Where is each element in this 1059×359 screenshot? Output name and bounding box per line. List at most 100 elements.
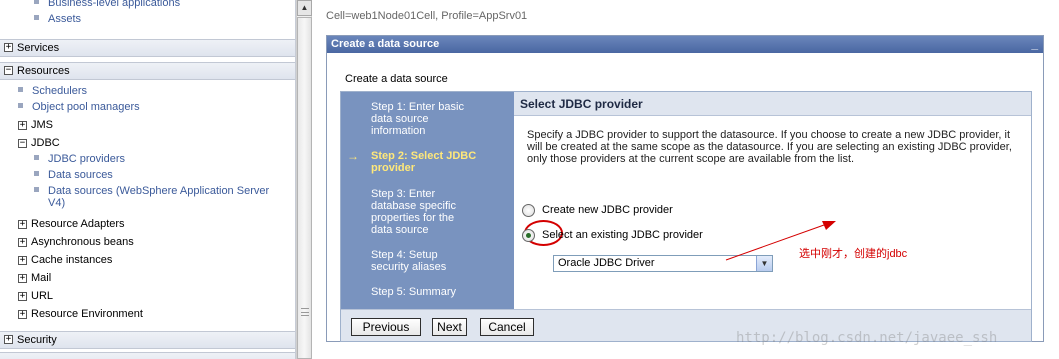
nav-link-business-level-applications[interactable]: Business-level applications — [34, 0, 180, 9]
step-line: Step 1: Enter basic — [371, 101, 464, 113]
nav-group-label: Security — [17, 334, 57, 346]
nav-link-label: Business-level applications — [48, 0, 181, 9]
panel-title: Create a data source — [331, 38, 440, 50]
tree-item-label: Mail — [31, 272, 52, 284]
grip-icon — [301, 308, 309, 316]
section-title: Create a data source — [345, 73, 448, 85]
step-line: Step 3: Enter — [371, 188, 436, 200]
tree-item-asynchronous-beans[interactable]: + Asynchronous beans — [18, 236, 134, 248]
expand-icon[interactable]: + — [4, 43, 13, 52]
tree-item-url[interactable]: + URL — [18, 290, 53, 302]
navigation-tree: Business-level applications Assets + Ser… — [0, 0, 296, 359]
step-line: data source — [371, 113, 429, 125]
step-line: database specific — [371, 200, 456, 212]
right-arrow-icon: → — [347, 149, 359, 163]
tree-item-jdbc[interactable]: − JDBC — [18, 137, 60, 149]
nav-group-resources[interactable]: − Resources — [0, 62, 295, 80]
tree-item-label: Resource Adapters — [31, 218, 125, 230]
tree-item-resource-environment[interactable]: + Resource Environment — [18, 308, 143, 320]
annotation-text: 选中刚才，创建的jdbc — [799, 248, 908, 260]
tree-item-label: JDBC — [31, 137, 60, 149]
step-line: information — [371, 125, 426, 137]
step-line: data source — [371, 224, 429, 236]
expand-icon[interactable]: + — [18, 310, 27, 319]
nav-link-label: Data sources — [48, 169, 113, 181]
expand-icon[interactable]: + — [18, 292, 27, 301]
wizard-content: Select JDBC provider Specify a JDBC prov… — [514, 92, 1031, 309]
radio-button[interactable] — [522, 204, 535, 217]
expand-icon[interactable]: + — [18, 238, 27, 247]
expand-icon[interactable]: + — [18, 220, 27, 229]
radio-label: Select an existing JDBC provider — [542, 229, 703, 241]
nav-link-label: Assets — [48, 13, 82, 25]
cancel-button[interactable]: Cancel — [480, 318, 534, 336]
tree-item-label: Asynchronous beans — [31, 236, 134, 248]
wizard-step-1: Step 1: Enter basic data source informat… — [371, 101, 501, 137]
annotation-arrowhead — [822, 221, 836, 230]
tree-item-label: Cache instances — [31, 254, 113, 266]
step-line: security aliases — [371, 261, 447, 273]
wizard: → Step 1: Enter basic data source inform… — [340, 91, 1032, 342]
radio-button-checked[interactable] — [522, 229, 535, 242]
nav-link-jdbc-providers[interactable]: JDBC providers — [34, 153, 125, 165]
nav-group-next[interactable] — [0, 352, 295, 359]
nav-link-data-sources[interactable]: Data sources — [34, 169, 113, 181]
step-line: properties for the — [371, 212, 455, 224]
minimize-icon[interactable]: _ — [1031, 36, 1038, 52]
nav-scrollbar[interactable]: ▲ — [296, 0, 312, 359]
tree-item-mail[interactable]: + Mail — [18, 272, 51, 284]
step-line: Step 2: Select JDBC — [371, 150, 477, 162]
expand-icon[interactable]: + — [18, 256, 27, 265]
nav-link-label: V4) — [48, 197, 66, 209]
scope-breadcrumb: Cell=web1Node01Cell, Profile=AppSrv01 — [326, 10, 528, 22]
tree-item-label: URL — [31, 290, 54, 302]
select-value: Oracle JDBC Driver — [558, 257, 655, 269]
nav-link-label: JDBC providers — [48, 153, 126, 165]
watermark: http://blog.csdn.net/javaee_ssh — [736, 330, 998, 346]
next-button[interactable]: Next — [432, 318, 467, 336]
bullet-icon — [34, 0, 39, 4]
radio-label: Create new JDBC provider — [542, 204, 673, 216]
expand-icon[interactable]: + — [4, 335, 13, 344]
collapse-icon[interactable]: − — [4, 66, 13, 75]
nav-link-label: Schedulers — [32, 85, 88, 97]
nav-group-services[interactable]: + Services — [0, 39, 295, 57]
nav-link-object-pool-managers[interactable]: Object pool managers — [18, 101, 140, 113]
create-data-source-panel: Create a data source _ Create a data sou… — [326, 35, 1044, 342]
tree-item-cache-instances[interactable]: + Cache instances — [18, 254, 112, 266]
nav-link-schedulers[interactable]: Schedulers — [18, 85, 87, 97]
nav-link-data-sources-v4[interactable]: Data sources (WebSphere Application Serv… — [34, 185, 269, 197]
step-line: Step 5: Summary — [371, 286, 456, 298]
nav-group-security[interactable]: + Security — [0, 331, 295, 349]
content-header: Select JDBC provider — [514, 92, 1031, 116]
step-line: Step 4: Setup — [371, 249, 438, 261]
previous-button[interactable]: Previous — [351, 318, 421, 336]
bullet-icon — [18, 87, 23, 92]
step-line: provider — [371, 162, 416, 174]
nav-link-label: Data sources (WebSphere Application Serv… — [48, 185, 270, 197]
wizard-steps: → Step 1: Enter basic data source inform… — [341, 92, 514, 309]
bullet-icon — [18, 103, 23, 108]
wizard-step-5: Step 5: Summary — [371, 286, 501, 298]
collapse-icon[interactable]: − — [18, 139, 27, 148]
scrollbar-thumb[interactable] — [297, 17, 312, 359]
bullet-icon — [34, 15, 39, 20]
bullet-icon — [34, 155, 39, 160]
expand-icon[interactable]: + — [18, 274, 27, 283]
nav-group-label: Services — [17, 42, 60, 54]
bullet-icon — [34, 187, 39, 192]
tree-item-label: JMS — [31, 119, 53, 131]
nav-link-data-sources-v4-continued[interactable]: V4) — [48, 197, 65, 209]
tree-item-jms[interactable]: + JMS — [18, 119, 53, 131]
nav-group-label: Resources — [17, 65, 70, 77]
wizard-step-2: Step 2: Select JDBC provider — [371, 150, 501, 174]
tree-item-resource-adapters[interactable]: + Resource Adapters — [18, 218, 125, 230]
nav-link-assets[interactable]: Assets — [34, 13, 81, 25]
scroll-up-icon[interactable]: ▲ — [297, 0, 312, 16]
nav-link-label: Object pool managers — [32, 101, 140, 113]
expand-icon[interactable]: + — [18, 121, 27, 130]
bullet-icon — [34, 171, 39, 176]
wizard-step-3: Step 3: Enter database specific properti… — [371, 188, 501, 236]
description-text: Specify a JDBC provider to support the d… — [527, 129, 1012, 165]
panel-title-bar: Create a data source _ — [327, 36, 1043, 53]
